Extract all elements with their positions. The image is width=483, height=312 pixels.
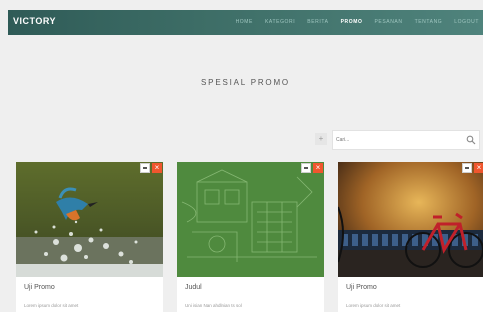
promo-card[interactable]: × Uji Promo Lorem ipsum dolor sit amet	[16, 162, 163, 312]
green-sketch-photo[interactable]	[177, 162, 324, 277]
card-title[interactable]: Judul	[185, 284, 202, 291]
nav-item-home[interactable]: HOME	[236, 19, 253, 25]
card-description: Lorem ipsum dolor sit amet	[346, 303, 401, 308]
promo-card[interactable]: × Uji Promo Lorem ipsum dolor sit amet	[338, 162, 483, 312]
kingfisher-photo[interactable]	[16, 162, 163, 277]
nav-item-tentang[interactable]: TENTANG	[415, 19, 443, 25]
promo-card[interactable]: × Judul Uni isian Nan ahdlnian ts sol	[177, 162, 324, 312]
nav-item-berita[interactable]: BERITA	[307, 19, 328, 25]
delete-icon[interactable]: ×	[313, 163, 323, 173]
nav-item-logout[interactable]: LOGOUT	[454, 19, 479, 25]
edit-icon[interactable]	[140, 163, 150, 173]
edit-icon[interactable]	[301, 163, 311, 173]
card-description: Lorem ipsum dolor sit amet	[24, 303, 79, 308]
nav-item-kategori[interactable]: KATEGORI	[265, 19, 295, 25]
card-actions: ×	[140, 163, 162, 173]
add-promo-button[interactable]: +	[315, 133, 327, 145]
navbar: VICTORY HOME KATEGORI BERITA PROMO PESAN…	[8, 10, 483, 35]
delete-icon[interactable]: ×	[474, 163, 483, 173]
page-title: SPESIAL PROMO	[201, 78, 290, 87]
delete-icon[interactable]: ×	[152, 163, 162, 173]
card-actions: ×	[301, 163, 323, 173]
red-bicycle-photo[interactable]	[338, 162, 483, 277]
search-icon[interactable]	[466, 135, 476, 145]
card-actions: ×	[462, 163, 483, 173]
nav-menu: HOME KATEGORI BERITA PROMO PESANAN TENTA…	[236, 19, 479, 25]
card-description: Uni isian Nan ahdlnian ts sol	[185, 303, 242, 308]
search-box	[332, 130, 480, 150]
search-input[interactable]	[336, 134, 456, 146]
card-title[interactable]: Uji Promo	[346, 284, 377, 291]
brand-logo[interactable]: VICTORY	[13, 16, 56, 26]
card-title[interactable]: Uji Promo	[24, 284, 55, 291]
nav-item-pesanan[interactable]: PESANAN	[374, 19, 402, 25]
edit-icon[interactable]	[462, 163, 472, 173]
nav-item-promo[interactable]: PROMO	[341, 19, 363, 25]
